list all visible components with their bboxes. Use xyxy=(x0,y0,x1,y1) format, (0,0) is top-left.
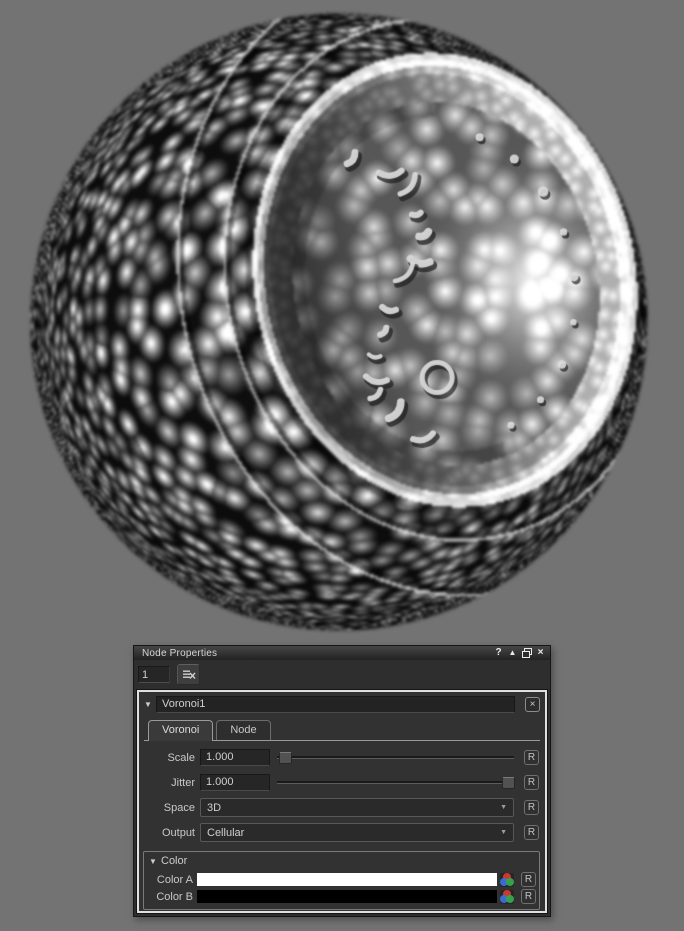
chevron-down-icon: ▼ xyxy=(500,829,507,836)
close-icon[interactable]: × xyxy=(534,647,547,659)
color-b-row: Color B R xyxy=(147,889,536,904)
param-row-output: Output Cellular ▼ R xyxy=(143,823,539,842)
chevron-down-icon: ▼ xyxy=(500,804,507,811)
panel-title: Node Properties xyxy=(142,648,217,659)
dock-icon[interactable]: ▲ xyxy=(506,647,519,659)
color-b-label: Color B xyxy=(147,891,193,903)
node-name-field[interactable]: Voronoi1 xyxy=(156,696,515,713)
node-header: ▼ Voronoi1 × xyxy=(144,696,540,713)
collapse-triangle-icon: ▼ xyxy=(149,857,161,866)
titlebar-icons: ? ▲ × xyxy=(492,647,547,659)
3d-viewport-canvas[interactable] xyxy=(0,0,684,646)
color-a-label: Color A xyxy=(147,874,193,886)
color-group-title: Color xyxy=(161,855,187,867)
space-label: Space xyxy=(143,802,195,814)
scale-slider[interactable] xyxy=(277,750,514,765)
color-group: ▼ Color Color A R Color B R xyxy=(143,851,540,910)
jitter-reset-button[interactable]: R xyxy=(524,775,539,790)
panel-titlebar[interactable]: Node Properties ? ▲ × xyxy=(134,646,550,660)
param-row-jitter: Jitter 1.000 R xyxy=(143,773,539,792)
tab-node[interactable]: Node xyxy=(216,720,270,740)
tab-voronoi[interactable]: Voronoi xyxy=(148,720,213,741)
color-group-header[interactable]: ▼ Color xyxy=(146,854,537,870)
scale-input[interactable]: 1.000 xyxy=(200,749,270,766)
jitter-label: Jitter xyxy=(143,777,195,789)
tab-bar: Voronoi Node xyxy=(144,720,540,741)
close-node-button[interactable]: × xyxy=(525,697,540,712)
output-label: Output xyxy=(143,827,195,839)
param-row-scale: Scale 1.000 R xyxy=(143,748,539,767)
color-a-row: Color A R xyxy=(147,872,536,887)
color-a-reset-button[interactable]: R xyxy=(521,872,536,887)
properties-toolbar xyxy=(134,660,550,688)
color-a-swatch[interactable] xyxy=(197,873,497,886)
slider-handle[interactable] xyxy=(502,777,515,789)
empty-bin-button[interactable] xyxy=(177,664,200,685)
help-icon[interactable]: ? xyxy=(492,647,505,659)
space-reset-button[interactable]: R xyxy=(524,800,539,815)
node-properties-panel: Node Properties ? ▲ × ▼ Voronoi1 × Voron… xyxy=(133,645,551,917)
color-wheel-icon[interactable] xyxy=(500,890,514,904)
color-b-reset-button[interactable]: R xyxy=(521,889,536,904)
jitter-slider[interactable] xyxy=(277,775,514,790)
color-b-swatch[interactable] xyxy=(197,890,497,903)
slider-handle[interactable] xyxy=(279,752,292,764)
color-wheel-icon[interactable] xyxy=(500,873,514,887)
jitter-input[interactable]: 1.000 xyxy=(200,774,270,791)
max-panels-input[interactable] xyxy=(138,666,170,683)
scale-reset-button[interactable]: R xyxy=(524,750,539,765)
empty-bin-icon xyxy=(182,669,196,680)
output-dropdown[interactable]: Cellular ▼ xyxy=(200,823,514,842)
parameter-rows: Scale 1.000 R Jitter 1.000 R Space xyxy=(139,741,545,850)
collapse-triangle-icon[interactable]: ▼ xyxy=(144,700,156,709)
slider-track xyxy=(277,756,514,759)
slider-track xyxy=(277,781,514,784)
restore-icon[interactable] xyxy=(520,647,533,659)
scale-label: Scale xyxy=(143,752,195,764)
space-value: 3D xyxy=(207,802,221,814)
param-row-space: Space 3D ▼ R xyxy=(143,798,539,817)
output-reset-button[interactable]: R xyxy=(524,825,539,840)
voronoi1-properties: ▼ Voronoi1 × Voronoi Node Scale 1.000 R … xyxy=(137,690,547,913)
space-dropdown[interactable]: 3D ▼ xyxy=(200,798,514,817)
output-value: Cellular xyxy=(207,827,244,839)
